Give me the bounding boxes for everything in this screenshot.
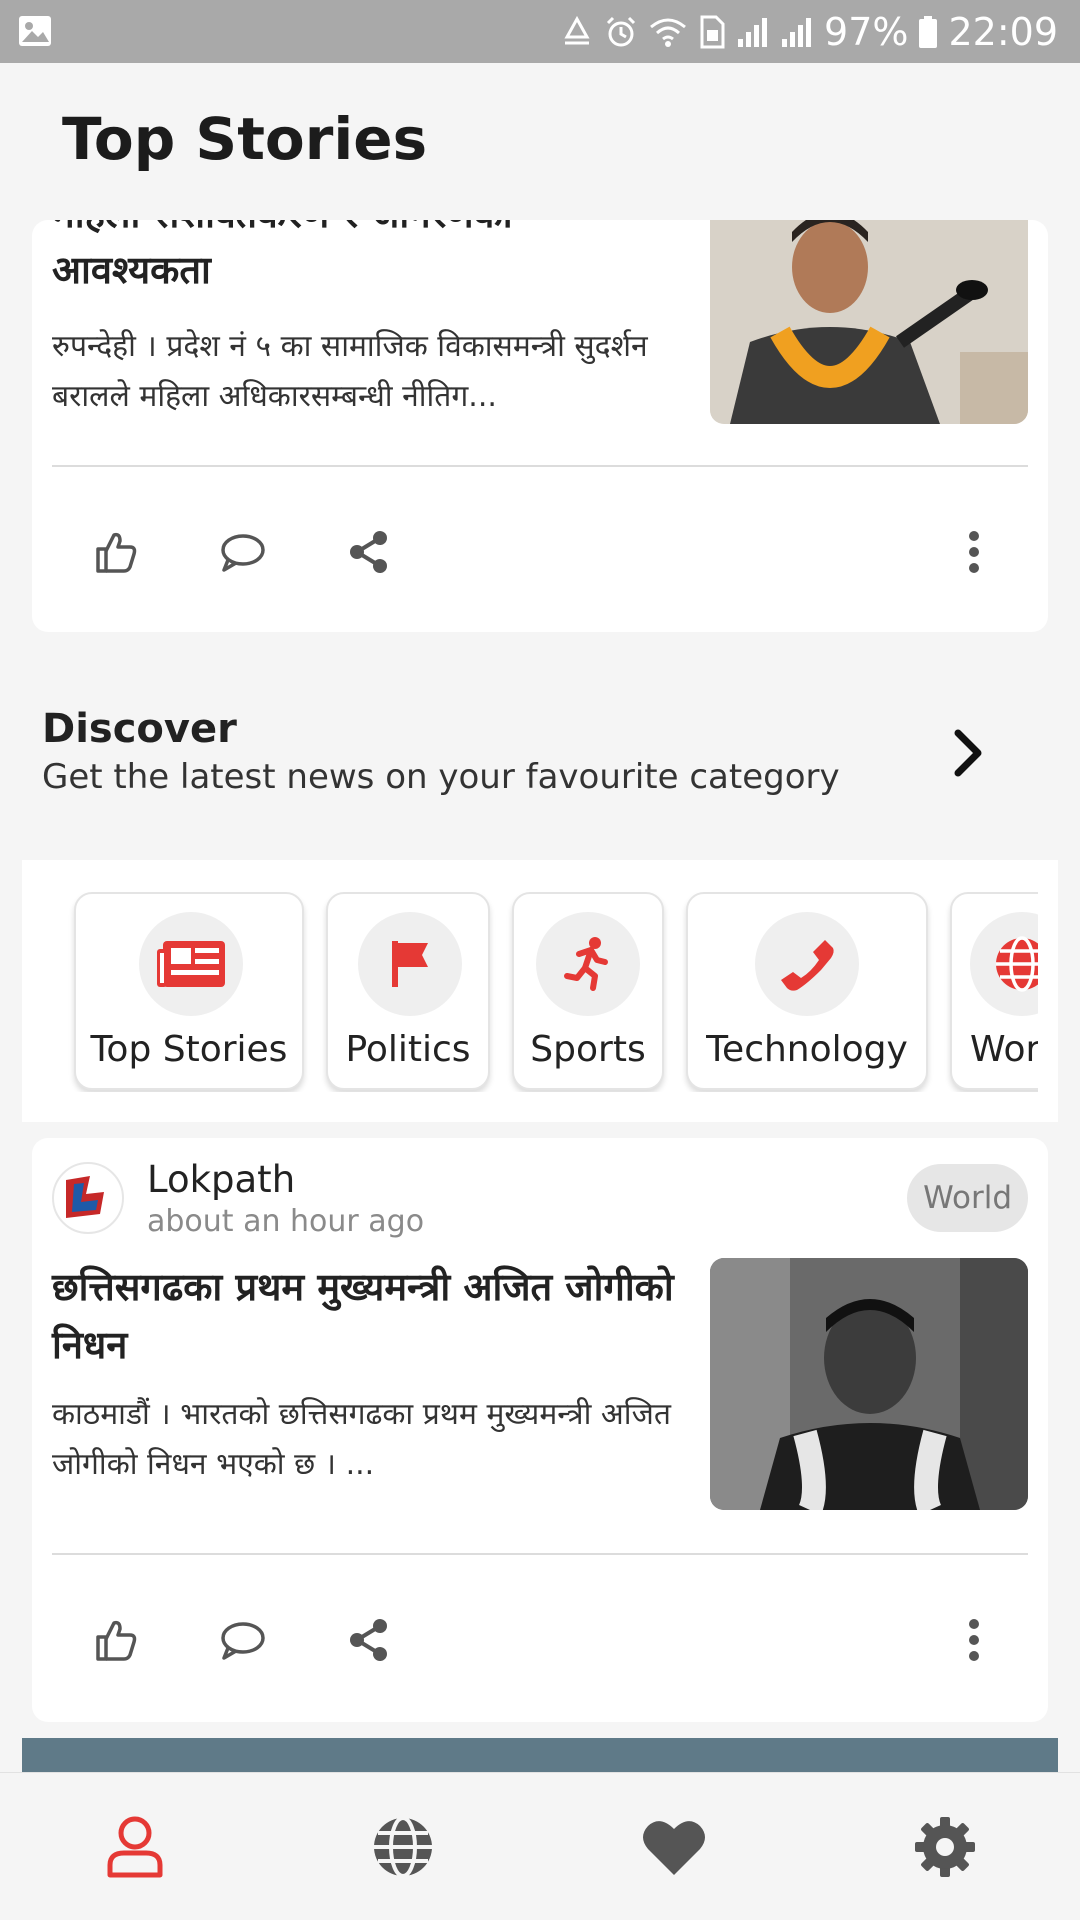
news-summary: रुपन्देही । प्रदेश नं ५ का सामाजिक विकास… <box>52 329 648 414</box>
card-divider <box>52 1553 1028 1555</box>
running-icon <box>536 912 640 1016</box>
thumbs-up-icon[interactable] <box>88 1612 144 1668</box>
news-headline[interactable]: छत्तिसगढका प्रथम मुख्यमन्त्री अजित जोगीक… <box>52 1258 692 1374</box>
thumbs-up-icon[interactable] <box>88 524 144 580</box>
discover-title: Discover <box>42 706 237 752</box>
category-top-stories[interactable]: Top Stories <box>74 892 304 1090</box>
clock: 22:09 <box>948 9 1058 54</box>
post-time: about an hour ago <box>147 1204 425 1239</box>
source-name[interactable]: Lokpath <box>147 1158 295 1201</box>
news-headline-partial: महिला सशक्तिकरण र जागरणको <box>52 220 692 242</box>
sim-icon <box>700 15 725 48</box>
newspaper-icon <box>139 912 243 1016</box>
category-label: Top Stories <box>90 1029 288 1070</box>
battery-percent: 97% <box>824 9 909 54</box>
profile-icon <box>107 1816 163 1878</box>
wifi-icon <box>650 18 686 47</box>
category-technology[interactable]: Technology <box>686 892 928 1090</box>
bottom-navigation <box>0 1772 1080 1920</box>
card-divider <box>52 465 1028 467</box>
chevron-right-icon[interactable] <box>950 728 986 778</box>
discover-subtitle: Get the latest news on your favourite ca… <box>42 757 840 797</box>
heart-icon <box>643 1821 705 1875</box>
phone-icon <box>755 912 859 1016</box>
category-politics[interactable]: Politics <box>326 892 490 1090</box>
category-label: World <box>970 1029 1038 1070</box>
category-world[interactable]: World <box>950 892 1038 1090</box>
nav-favourites[interactable] <box>632 1805 716 1889</box>
signal-icon <box>782 17 812 47</box>
category-strip: Top Stories Politics Sports Technology W… <box>22 860 1058 1122</box>
flag-icon <box>358 912 462 1016</box>
nav-settings[interactable] <box>903 1805 987 1889</box>
status-bar: 97% 22:09 <box>0 0 1080 63</box>
more-vertical-icon[interactable] <box>946 1612 1002 1668</box>
alarm-icon <box>606 16 636 46</box>
nav-profile[interactable] <box>93 1805 177 1889</box>
battery-icon <box>919 15 938 48</box>
category-label: Politics <box>345 1029 471 1070</box>
category-label: Sports <box>530 1029 646 1070</box>
share-icon[interactable] <box>341 1612 397 1668</box>
news-card[interactable]: Lokpath about an hour ago World छत्तिसगढ… <box>32 1138 1048 1722</box>
globe-icon <box>374 1816 432 1878</box>
settings-icon <box>915 1817 975 1877</box>
comment-icon[interactable] <box>215 1612 271 1668</box>
category-scroll[interactable]: Top Stories Politics Sports Technology W… <box>52 892 1038 1092</box>
globe-icon <box>970 912 1038 1016</box>
share-icon[interactable] <box>341 524 397 580</box>
news-thumbnail[interactable] <box>710 220 1028 424</box>
comment-icon[interactable] <box>215 524 271 580</box>
category-sports[interactable]: Sports <box>512 892 664 1090</box>
page-title: Top Stories <box>62 105 428 173</box>
category-tag[interactable]: World <box>907 1164 1028 1232</box>
news-thumbnail[interactable] <box>710 1258 1028 1510</box>
source-logo <box>52 1162 124 1234</box>
news-summary: काठमाडौं । भारतको छत्तिसगढका प्रथम मुख्य… <box>52 1397 671 1482</box>
gallery-icon <box>19 16 51 46</box>
signal-icon <box>738 17 768 47</box>
news-card[interactable]: महिला सशक्तिकरण र जागरणको आवश्यकता रुपन्… <box>32 220 1048 632</box>
category-label: Technology <box>706 1029 908 1070</box>
recycle-icon <box>564 15 590 44</box>
nav-explore[interactable] <box>361 1805 445 1889</box>
more-vertical-icon[interactable] <box>946 524 1002 580</box>
news-headline: आवश्यकता <box>52 248 211 292</box>
